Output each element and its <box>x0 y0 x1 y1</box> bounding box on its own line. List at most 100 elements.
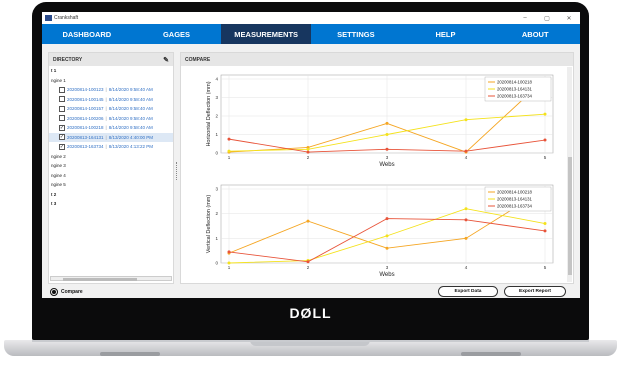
x-tick-label: 4 <box>465 155 468 160</box>
compare-toggle[interactable] <box>50 287 58 296</box>
tree-file-row[interactable]: ✓ 20200814-100218 | 8/14/2020 9:58:40 AM <box>49 123 173 133</box>
tree-file-row[interactable]: 20200814-100157 | 8/14/2020 9:58:40 AM <box>49 104 173 114</box>
tree-file-row[interactable]: ✓ 20200813-164131 | 8/13/2020 4:40:00 PM <box>49 132 173 142</box>
data-point <box>385 246 389 250</box>
file-checkbox[interactable]: ✓ <box>59 143 65 150</box>
file-checkbox[interactable] <box>59 96 65 103</box>
window-title: Crankshaft <box>54 15 79 21</box>
separator: | <box>105 96 107 102</box>
file-checkbox[interactable] <box>59 105 65 112</box>
pencil-icon[interactable]: ✎ <box>163 56 169 64</box>
file-checkbox[interactable]: ✓ <box>59 134 65 141</box>
tab-gages[interactable]: GAGES <box>132 24 222 44</box>
legend-entry: 20200813-164131 <box>497 87 532 92</box>
file-date[interactable]: 8/14/2020 9:58:40 AM <box>109 87 153 92</box>
y-tick-label: 3 <box>215 187 218 192</box>
compare-header: COMPARE <box>181 53 573 66</box>
tree-file-row[interactable]: 20200814-100206 | 8/14/2020 9:58:40 AM <box>49 114 173 124</box>
tree-file-row[interactable]: 20200814-100123 | 8/14/2020 9:58:40 AM <box>49 85 173 95</box>
separator: | <box>105 125 107 131</box>
minimize-button[interactable]: – <box>514 15 536 22</box>
file-date[interactable]: 8/13/2020 4:40:00 PM <box>109 135 153 140</box>
tab-dashboard[interactable]: DASHBOARD <box>42 24 132 44</box>
tree-group[interactable]: ngine 2 <box>49 152 173 162</box>
data-point <box>543 222 547 226</box>
file-checkbox[interactable] <box>59 86 65 93</box>
main-nav: DASHBOARD GAGES MEASUREMENTS SETTINGS HELP AB… <box>42 24 580 44</box>
export-data-button[interactable]: Export Data <box>438 286 498 297</box>
compare-vertical-scrollbar[interactable] <box>567 67 572 282</box>
file-id[interactable]: 20200814-100157 <box>67 106 104 111</box>
legend-entry: 20200813-164131 <box>497 197 532 202</box>
y-axis-label: Horizontal Deflection (mm) <box>206 81 212 146</box>
legend-entry: 20200814-100218 <box>497 190 532 195</box>
data-point <box>306 260 310 264</box>
separator: | <box>105 144 107 150</box>
scroll-thumb[interactable] <box>63 277 137 281</box>
file-id[interactable]: 20200814-100145 <box>67 97 104 102</box>
tab-help[interactable]: HELP <box>401 24 491 44</box>
tab-settings[interactable]: SETTINGS <box>311 24 401 44</box>
data-point <box>227 250 231 254</box>
tree-group[interactable]: t 2 <box>49 190 173 200</box>
data-point <box>306 150 310 154</box>
splitter-handle[interactable] <box>176 162 178 180</box>
separator: | <box>105 87 107 93</box>
y-tick-label: 3 <box>215 95 218 100</box>
y-tick-label: 2 <box>215 211 218 216</box>
file-date[interactable]: 8/13/2020 4:13:22 PM <box>109 144 153 149</box>
directory-title: DIRECTORY <box>53 56 83 63</box>
tree-group[interactable]: ngine 3 <box>49 161 173 171</box>
y-tick-label: 0 <box>215 261 218 266</box>
x-tick-label: 2 <box>307 265 310 270</box>
tree-group[interactable]: ngine 4 <box>49 171 173 181</box>
file-id[interactable]: 20200814-100206 <box>67 116 104 121</box>
tree-file-row[interactable]: 20200814-100145 | 8/14/2020 9:58:40 AM <box>49 95 173 105</box>
file-id[interactable]: 20200814-100123 <box>67 87 104 92</box>
file-date[interactable]: 8/14/2020 9:58:40 AM <box>109 106 153 111</box>
tree-group[interactable]: t 1 <box>49 66 173 76</box>
y-tick-label: 0 <box>215 151 218 156</box>
file-checkbox[interactable]: ✓ <box>59 124 65 131</box>
directory-tree: t 1 ngine 1 20200814-100123 | 8/14/2020 9:58… <box>49 66 173 209</box>
x-tick-label: 5 <box>544 155 547 160</box>
legend-entry: 20200814-100218 <box>497 80 532 85</box>
app-screen: Crankshaft – ▢ ✕ DASHBOARD GAGES MEASUREME… <box>42 12 580 298</box>
tree-group[interactable]: ngine 5 <box>49 180 173 190</box>
x-tick-label: 5 <box>544 265 547 270</box>
separator: | <box>105 134 107 140</box>
maximize-button[interactable]: ▢ <box>536 15 558 22</box>
tree-group[interactable]: ngine 1 <box>49 76 173 86</box>
x-tick-label: 1 <box>228 265 231 270</box>
x-axis-label: Webs <box>379 272 394 278</box>
x-tick-label: 2 <box>307 155 310 160</box>
laptop-foot-left <box>100 352 160 356</box>
y-axis-label: Vertical Deflection (mm) <box>206 195 212 254</box>
x-tick-label: 3 <box>386 265 389 270</box>
file-date[interactable]: 8/14/2020 9:58:40 AM <box>109 125 153 130</box>
legend-entry: 20200813-163734 <box>497 204 532 209</box>
tree-group[interactable]: t 3 <box>49 199 173 209</box>
x-tick-label: 1 <box>228 155 231 160</box>
file-date[interactable]: 8/14/2020 9:58:40 AM <box>109 97 153 102</box>
horizontal-deflection-chart: 0 1 2 3 4 1 2 3 4 5 Webs Horizontal Deflection (mm)… <box>206 74 554 168</box>
close-button[interactable]: ✕ <box>558 15 580 22</box>
data-point <box>464 149 468 153</box>
data-point <box>306 147 310 151</box>
data-point <box>227 137 231 141</box>
scroll-thumb[interactable] <box>567 157 572 275</box>
laptop-foot-right <box>461 352 521 356</box>
export-report-button[interactable]: Export Report <box>504 286 566 297</box>
tree-file-row[interactable]: ✓ 20200813-163734 | 8/13/2020 4:13:22 PM <box>49 142 173 152</box>
directory-horizontal-scrollbar[interactable] <box>50 276 172 281</box>
file-date[interactable]: 8/14/2020 9:58:40 AM <box>109 116 153 121</box>
file-checkbox[interactable] <box>59 115 65 122</box>
tab-about[interactable]: ABOUT <box>490 24 580 44</box>
tab-measurements[interactable]: MEASUREMENTS <box>221 24 312 44</box>
data-point <box>385 217 389 221</box>
data-point <box>464 236 468 240</box>
data-point <box>385 121 389 125</box>
file-id[interactable]: 20200814-100218 <box>67 125 104 130</box>
file-id[interactable]: 20200813-163734 <box>67 144 104 149</box>
file-id[interactable]: 20200813-164131 <box>67 135 104 140</box>
